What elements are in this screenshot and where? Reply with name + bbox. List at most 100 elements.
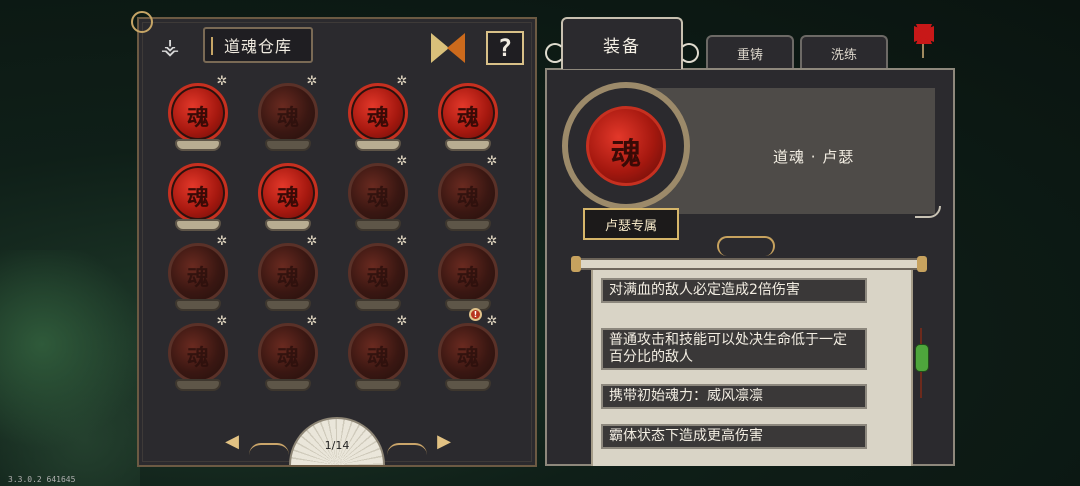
- pinwheel-blade: [914, 26, 934, 42]
- star-icon: ✲: [306, 314, 318, 329]
- orb-stand: [355, 219, 401, 231]
- star-icon: ✲: [396, 154, 408, 169]
- orb-stand: [265, 219, 311, 231]
- soul-orb-icon: 魂: [168, 83, 228, 143]
- soul-orb-icon: 魂: [438, 83, 498, 143]
- orb-stand: [265, 299, 311, 311]
- tab-equip-label: 装备: [603, 36, 641, 57]
- pinwheel-icon[interactable]: [902, 10, 944, 58]
- soul-slot[interactable]: 魂: [159, 161, 239, 241]
- corner-ornament: [131, 11, 153, 33]
- star-icon: ✲: [306, 234, 318, 249]
- pager: ◀ 1/14 ▶: [223, 413, 453, 465]
- weapon-rack-icon: ⚶: [160, 35, 180, 60]
- soul-slot[interactable]: 魂 ✲: [159, 75, 239, 161]
- soul-glyph: 魂: [366, 186, 389, 211]
- soul-slot[interactable]: 魂 ✲: [429, 235, 509, 321]
- soul-glyph: 魂: [366, 266, 389, 291]
- soul-orb-icon: 魂: [438, 163, 498, 223]
- soul-name: 道魂 · 卢瑟: [773, 148, 855, 166]
- prev-page-icon[interactable]: ◀: [223, 433, 241, 451]
- soul-orb-icon: 魂: [348, 163, 408, 223]
- orb-stand: [355, 379, 401, 391]
- orb-stand: [355, 139, 401, 151]
- soul-glyph: 魂: [276, 266, 299, 291]
- soul-slot[interactable]: 魂 ✲: [249, 235, 329, 321]
- star-icon: ✲: [396, 234, 408, 249]
- scroll-paper: 对满血的敌人必定造成2倍伤害 普通攻击和技能可以处决生命低于一定百分比的敌人 携…: [591, 270, 913, 466]
- effect-item: 携带初始魂力：威风凛凛: [601, 384, 867, 409]
- soul-orb-icon: 魂: [258, 163, 318, 223]
- background-foliage: [0, 250, 140, 486]
- orb-stand: [355, 299, 401, 311]
- soul-glyph: 魂: [456, 346, 479, 371]
- soul-slot[interactable]: 魂 ✲: [429, 315, 509, 401]
- orb-stand: [175, 299, 221, 311]
- star-icon: ✲: [486, 314, 498, 329]
- next-page-icon[interactable]: ▶: [435, 433, 453, 451]
- help-button[interactable]: ?: [486, 31, 524, 65]
- version-label: 3.3.0.2 641645: [8, 475, 76, 484]
- soul-orb-icon: 魂: [438, 243, 498, 303]
- soul-orb-icon: 魂: [348, 323, 408, 383]
- soul-orb-icon: 魂: [168, 243, 228, 303]
- tab-recast[interactable]: 重铸: [706, 35, 794, 69]
- soul-slot[interactable]: 魂 ✲: [339, 235, 419, 321]
- orb-stand: [175, 219, 221, 231]
- tab-equip[interactable]: 装备: [545, 17, 699, 69]
- soul-glyph: 魂: [276, 346, 299, 371]
- soul-slot[interactable]: 魂 ✲: [339, 155, 419, 241]
- soul-slot[interactable]: 魂 ✲: [159, 315, 239, 401]
- soul-slot[interactable]: 魂 ✲: [249, 75, 329, 161]
- selected-soul-frame: 魂: [562, 82, 690, 210]
- star-icon: ✲: [486, 234, 498, 249]
- soul-slot[interactable]: 魂: [249, 161, 329, 241]
- soul-glyph: 魂: [366, 106, 389, 131]
- jade-pendant: [915, 344, 929, 372]
- star-icon: ✲: [216, 234, 228, 249]
- sort-button[interactable]: [431, 31, 471, 65]
- soul-glyph: 魂: [186, 186, 209, 211]
- soul-glyph: 魂: [611, 137, 641, 172]
- soul-orb-icon: 魂: [348, 83, 408, 143]
- star-icon: ✲: [216, 314, 228, 329]
- soul-glyph: 魂: [456, 186, 479, 211]
- effect-item: 普通攻击和技能可以处决生命低于一定百分比的敌人: [601, 328, 867, 370]
- detail-panel: 魂 道魂 · 卢瑟 卢瑟专属 对满血的敌人必定造成2倍伤害 普通攻击和技能可以处…: [545, 68, 955, 466]
- star-icon: ✲: [396, 74, 408, 89]
- soul-slot[interactable]: 魂 ✲: [429, 155, 509, 241]
- soul-slot[interactable]: 魂 ✲: [339, 75, 419, 161]
- alert-badge: !: [469, 308, 482, 321]
- soul-slot[interactable]: 魂: [429, 81, 509, 161]
- soul-orb-icon: 魂: [258, 243, 318, 303]
- soul-glyph: 魂: [366, 346, 389, 371]
- knot-ornament: [717, 236, 775, 256]
- soul-orb-icon: 魂: [348, 243, 408, 303]
- orb-stand: [445, 219, 491, 231]
- soul-glyph: 魂: [186, 106, 209, 131]
- effect-item: 对满血的敌人必定造成2倍伤害: [601, 278, 867, 303]
- selected-soul-icon: 魂: [586, 106, 666, 186]
- soul-orb-icon: 魂: [168, 163, 228, 223]
- cloud-ornament: [545, 43, 565, 63]
- soul-orb-icon: 魂: [258, 323, 318, 383]
- soul-slot[interactable]: 魂 ✲: [339, 315, 419, 401]
- star-icon: ✲: [216, 74, 228, 89]
- soul-orb-icon: 魂: [438, 323, 498, 383]
- soul-orb-icon: 魂: [168, 323, 228, 383]
- sort-icon-accent: [447, 33, 465, 63]
- orb-stand: [445, 299, 491, 311]
- star-icon: ✲: [396, 314, 408, 329]
- page-indicator: 1/14: [324, 439, 350, 452]
- effects-scroll: 对满血的敌人必定造成2倍伤害 普通攻击和技能可以处决生命低于一定百分比的敌人 携…: [571, 236, 927, 470]
- inventory-panel: ⚶ 道魂仓库 ? 魂 ✲ 魂 ✲ 魂 ✲ 魂魂魂魂 ✲ 魂 ✲ 魂 ✲ 魂 ✲ 魂 ✲ 魂 ✲ 魂 ✲ 魂 ✲ 魂 ✲ 魂 ✲ !…: [131, 11, 537, 467]
- soul-slot[interactable]: 魂 ✲: [249, 315, 329, 401]
- soul-slot[interactable]: 魂 ✲: [159, 235, 239, 321]
- cloud-ornament: [679, 43, 699, 63]
- tassel-icon: [915, 328, 929, 398]
- tab-refine[interactable]: 洗练: [800, 35, 888, 69]
- star-icon: ✲: [486, 154, 498, 169]
- orb-stand: [445, 139, 491, 151]
- soul-glyph: 魂: [186, 346, 209, 371]
- inventory-title: 道魂仓库: [203, 27, 313, 63]
